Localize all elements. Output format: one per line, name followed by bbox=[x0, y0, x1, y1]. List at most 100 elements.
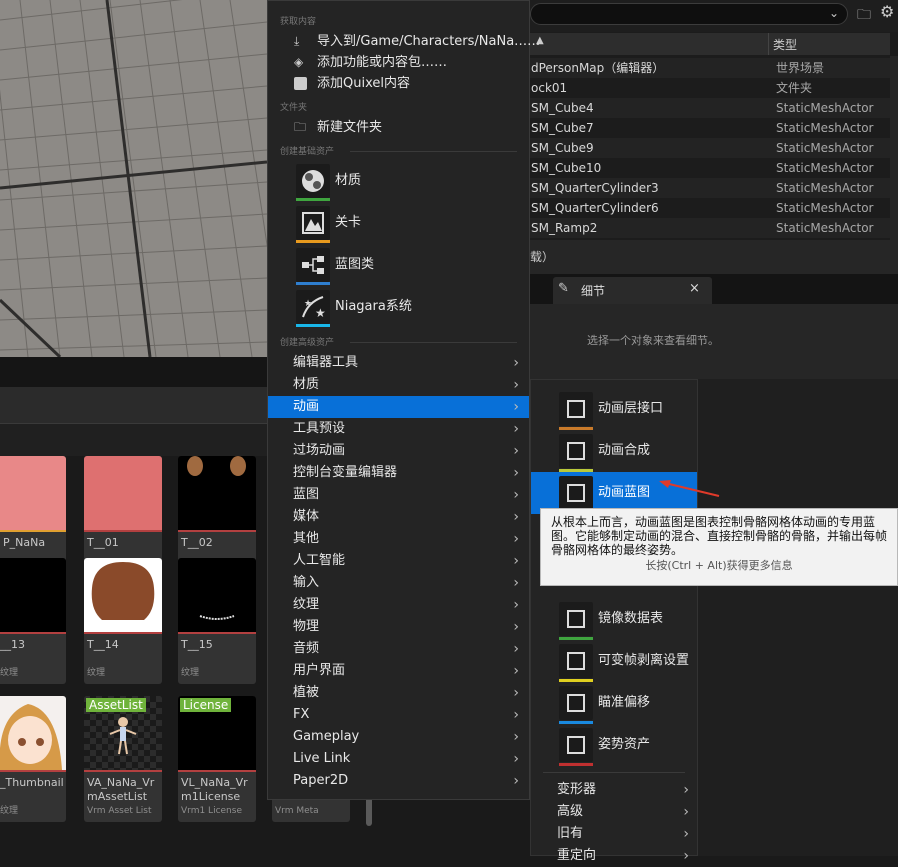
menu-item-aim-offset[interactable]: 瞄准偏移 bbox=[531, 682, 697, 724]
asset-tile[interactable]: _Thumbnail 纹理 bbox=[0, 696, 66, 822]
outliner-row[interactable]: SM_QuarterCylinder3 StaticMeshActor bbox=[530, 178, 890, 198]
menu-item-category[interactable]: 用户界面 › bbox=[268, 660, 529, 682]
asset-tile[interactable]: License VL_NaNa_Vrm1License Vrm1 License bbox=[178, 696, 256, 822]
chevron-right-icon: › bbox=[513, 663, 519, 679]
content-toolbar bbox=[0, 387, 267, 423]
outliner-search-input[interactable]: ⌄ bbox=[530, 3, 848, 25]
menu-item-category[interactable]: 高级 › bbox=[543, 801, 699, 823]
menu-item-category[interactable]: 编辑器工具 › bbox=[268, 352, 529, 374]
outliner-row[interactable]: ock01 文件夹 bbox=[530, 78, 890, 98]
item-type: StaticMeshActor bbox=[776, 141, 874, 155]
chevron-down-icon: ⌄ bbox=[828, 6, 839, 20]
menu-item-category[interactable]: Paper2D › bbox=[268, 770, 529, 792]
add-asset-menu: 获取内容 ⤓ 导入到/Game/Characters/NaNa…… ◈ 添加功能或内… bbox=[267, 0, 540, 800]
menu-item-import[interactable]: ⤓ 导入到/Game/Characters/NaNa…… bbox=[268, 31, 540, 52]
menu-item-mirror-table[interactable]: 镜像数据表 bbox=[531, 598, 697, 640]
menu-item-category[interactable]: 物理 › bbox=[268, 616, 529, 638]
close-icon[interactable]: × bbox=[689, 281, 700, 296]
color-strip bbox=[296, 198, 330, 201]
chevron-right-icon: › bbox=[513, 377, 519, 393]
menu-item-category[interactable]: 输入 › bbox=[268, 572, 529, 594]
menu-item-label: 关卡 bbox=[335, 215, 362, 230]
menu-item-interface[interactable]: 动画层接口 bbox=[531, 388, 697, 430]
menu-item-category[interactable]: 媒体 › bbox=[268, 506, 529, 528]
outliner-row[interactable]: SM_Cube4 StaticMeshActor bbox=[530, 98, 890, 118]
menu-item-new-folder[interactable]: 🗀 新建文件夹 bbox=[268, 117, 529, 138]
quixel-icon bbox=[294, 77, 307, 90]
menu-item-frame-stripping[interactable]: 可变帧剥离设置 bbox=[531, 640, 697, 682]
asset-name: T__15 bbox=[181, 638, 213, 651]
asset-name: T__14 bbox=[87, 638, 119, 651]
blueprint-icon bbox=[296, 248, 330, 282]
outliner-row[interactable]: SM_Cube9 StaticMeshActor bbox=[530, 138, 890, 158]
menu-item-label: 蓝图类 bbox=[335, 257, 375, 272]
asset-tile[interactable]: T__15 纹理 bbox=[178, 558, 256, 684]
menu-item-material[interactable]: 材质 bbox=[268, 161, 529, 201]
item-label: SM_Cube10 bbox=[531, 161, 602, 175]
content-path-bar bbox=[0, 423, 267, 456]
menu-item-category[interactable]: FX › bbox=[268, 704, 529, 726]
asset-name: __13 bbox=[0, 638, 25, 651]
menu-item-montage[interactable]: 动画合成 bbox=[531, 430, 697, 472]
menu-item-category[interactable]: 人工智能 › bbox=[268, 550, 529, 572]
outliner-row[interactable]: SM_Cube10 StaticMeshActor bbox=[530, 158, 890, 178]
menu-item-category[interactable]: 动画 › bbox=[268, 396, 529, 418]
asset-tile[interactable]: __13 纹理 bbox=[0, 558, 66, 684]
tab-label: 细节 bbox=[581, 284, 606, 298]
outliner-row[interactable]: SM_Ramp2 StaticMeshActor bbox=[530, 218, 890, 238]
menu-item-category[interactable]: 植被 › bbox=[268, 682, 529, 704]
asset-type: Vrm Meta bbox=[275, 806, 319, 816]
chevron-right-icon: › bbox=[513, 421, 519, 437]
chevron-right-icon: › bbox=[513, 773, 519, 789]
menu-item-category[interactable]: 纹理 › bbox=[268, 594, 529, 616]
outliner-row[interactable]: SM_Cube7 StaticMeshActor bbox=[530, 118, 890, 138]
asset-badge: License bbox=[180, 698, 232, 712]
menu-item-niagara[interactable]: ★ ★ Niagara系统 bbox=[268, 287, 529, 327]
outliner-scrollbar[interactable] bbox=[890, 56, 898, 240]
menu-item-category[interactable]: 重定向 › bbox=[543, 845, 699, 867]
menu-item-category[interactable]: 工具预设 › bbox=[268, 418, 529, 440]
menu-item-category[interactable]: 旧有 › bbox=[543, 823, 699, 845]
menu-item-level[interactable]: 关卡 bbox=[268, 203, 529, 243]
menu-item-category[interactable]: 蓝图 › bbox=[268, 484, 529, 506]
menu-item-label: 其他 bbox=[293, 531, 320, 546]
menu-item-add-feature[interactable]: ◈ 添加功能或内容包…… bbox=[268, 52, 529, 73]
chevron-right-icon: › bbox=[513, 707, 519, 723]
montage-icon bbox=[559, 434, 593, 468]
hair-texture-image bbox=[187, 456, 246, 476]
menu-item-category[interactable]: 其他 › bbox=[268, 528, 529, 550]
divider bbox=[350, 151, 517, 152]
menu-item-label: 高级 bbox=[557, 804, 584, 819]
asset-tile[interactable]: T__14 纹理 bbox=[84, 558, 162, 684]
menu-item-label: Live Link bbox=[293, 751, 351, 766]
menu-item-category[interactable]: Live Link › bbox=[268, 748, 529, 770]
add-folder-icon[interactable]: 🗀 bbox=[857, 4, 871, 28]
menu-item-label: Paper2D bbox=[293, 773, 349, 788]
gear-icon[interactable]: ⚙ bbox=[880, 2, 894, 21]
menu-item-label: 旧有 bbox=[557, 826, 584, 841]
tab-details[interactable]: ✎ 细节 × bbox=[553, 277, 712, 304]
menu-item-label: 姿势资产 bbox=[598, 737, 651, 752]
menu-item-category[interactable]: 控制台变量编辑器 › bbox=[268, 462, 529, 484]
menu-item-add-quixel[interactable]: 添加Quixel内容 bbox=[268, 73, 529, 94]
material-icon bbox=[296, 164, 330, 198]
asset-tile[interactable]: AssetList VA_NaNa_VrmAssetList Vrm Asset L… bbox=[84, 696, 162, 822]
menu-item-category[interactable]: 材质 › bbox=[268, 374, 529, 396]
menu-item-blueprint-class[interactable]: 蓝图类 bbox=[268, 245, 529, 285]
column-divider bbox=[768, 33, 769, 55]
menu-item-label: FX bbox=[293, 707, 310, 722]
menu-item-category[interactable]: 音频 › bbox=[268, 638, 529, 660]
color-strip bbox=[559, 763, 593, 766]
menu-item-pose-asset[interactable]: 姿势资产 bbox=[531, 724, 697, 766]
column-header-type[interactable]: 类型 bbox=[773, 36, 797, 53]
menu-item-category[interactable]: 变形器 › bbox=[543, 779, 699, 801]
outliner-row[interactable]: dPersonMap（编辑器） 世界场景 bbox=[530, 58, 890, 78]
outliner-panel: ⌄ 🗀 ⚙ ▲ 类型 dPersonMap（编辑器） 世界场景 ock01 文件夹 SM… bbox=[530, 0, 898, 240]
asset-type: 纹理 bbox=[0, 668, 19, 678]
menu-item-label: 材质 bbox=[335, 173, 362, 188]
chevron-right-icon: › bbox=[683, 804, 689, 820]
menu-item-category[interactable]: Gameplay › bbox=[268, 726, 529, 748]
outliner-row[interactable]: SM_QuarterCylinder6 StaticMeshActor bbox=[530, 198, 890, 218]
level-viewport[interactable] bbox=[0, 0, 267, 357]
menu-item-category[interactable]: 过场动画 › bbox=[268, 440, 529, 462]
